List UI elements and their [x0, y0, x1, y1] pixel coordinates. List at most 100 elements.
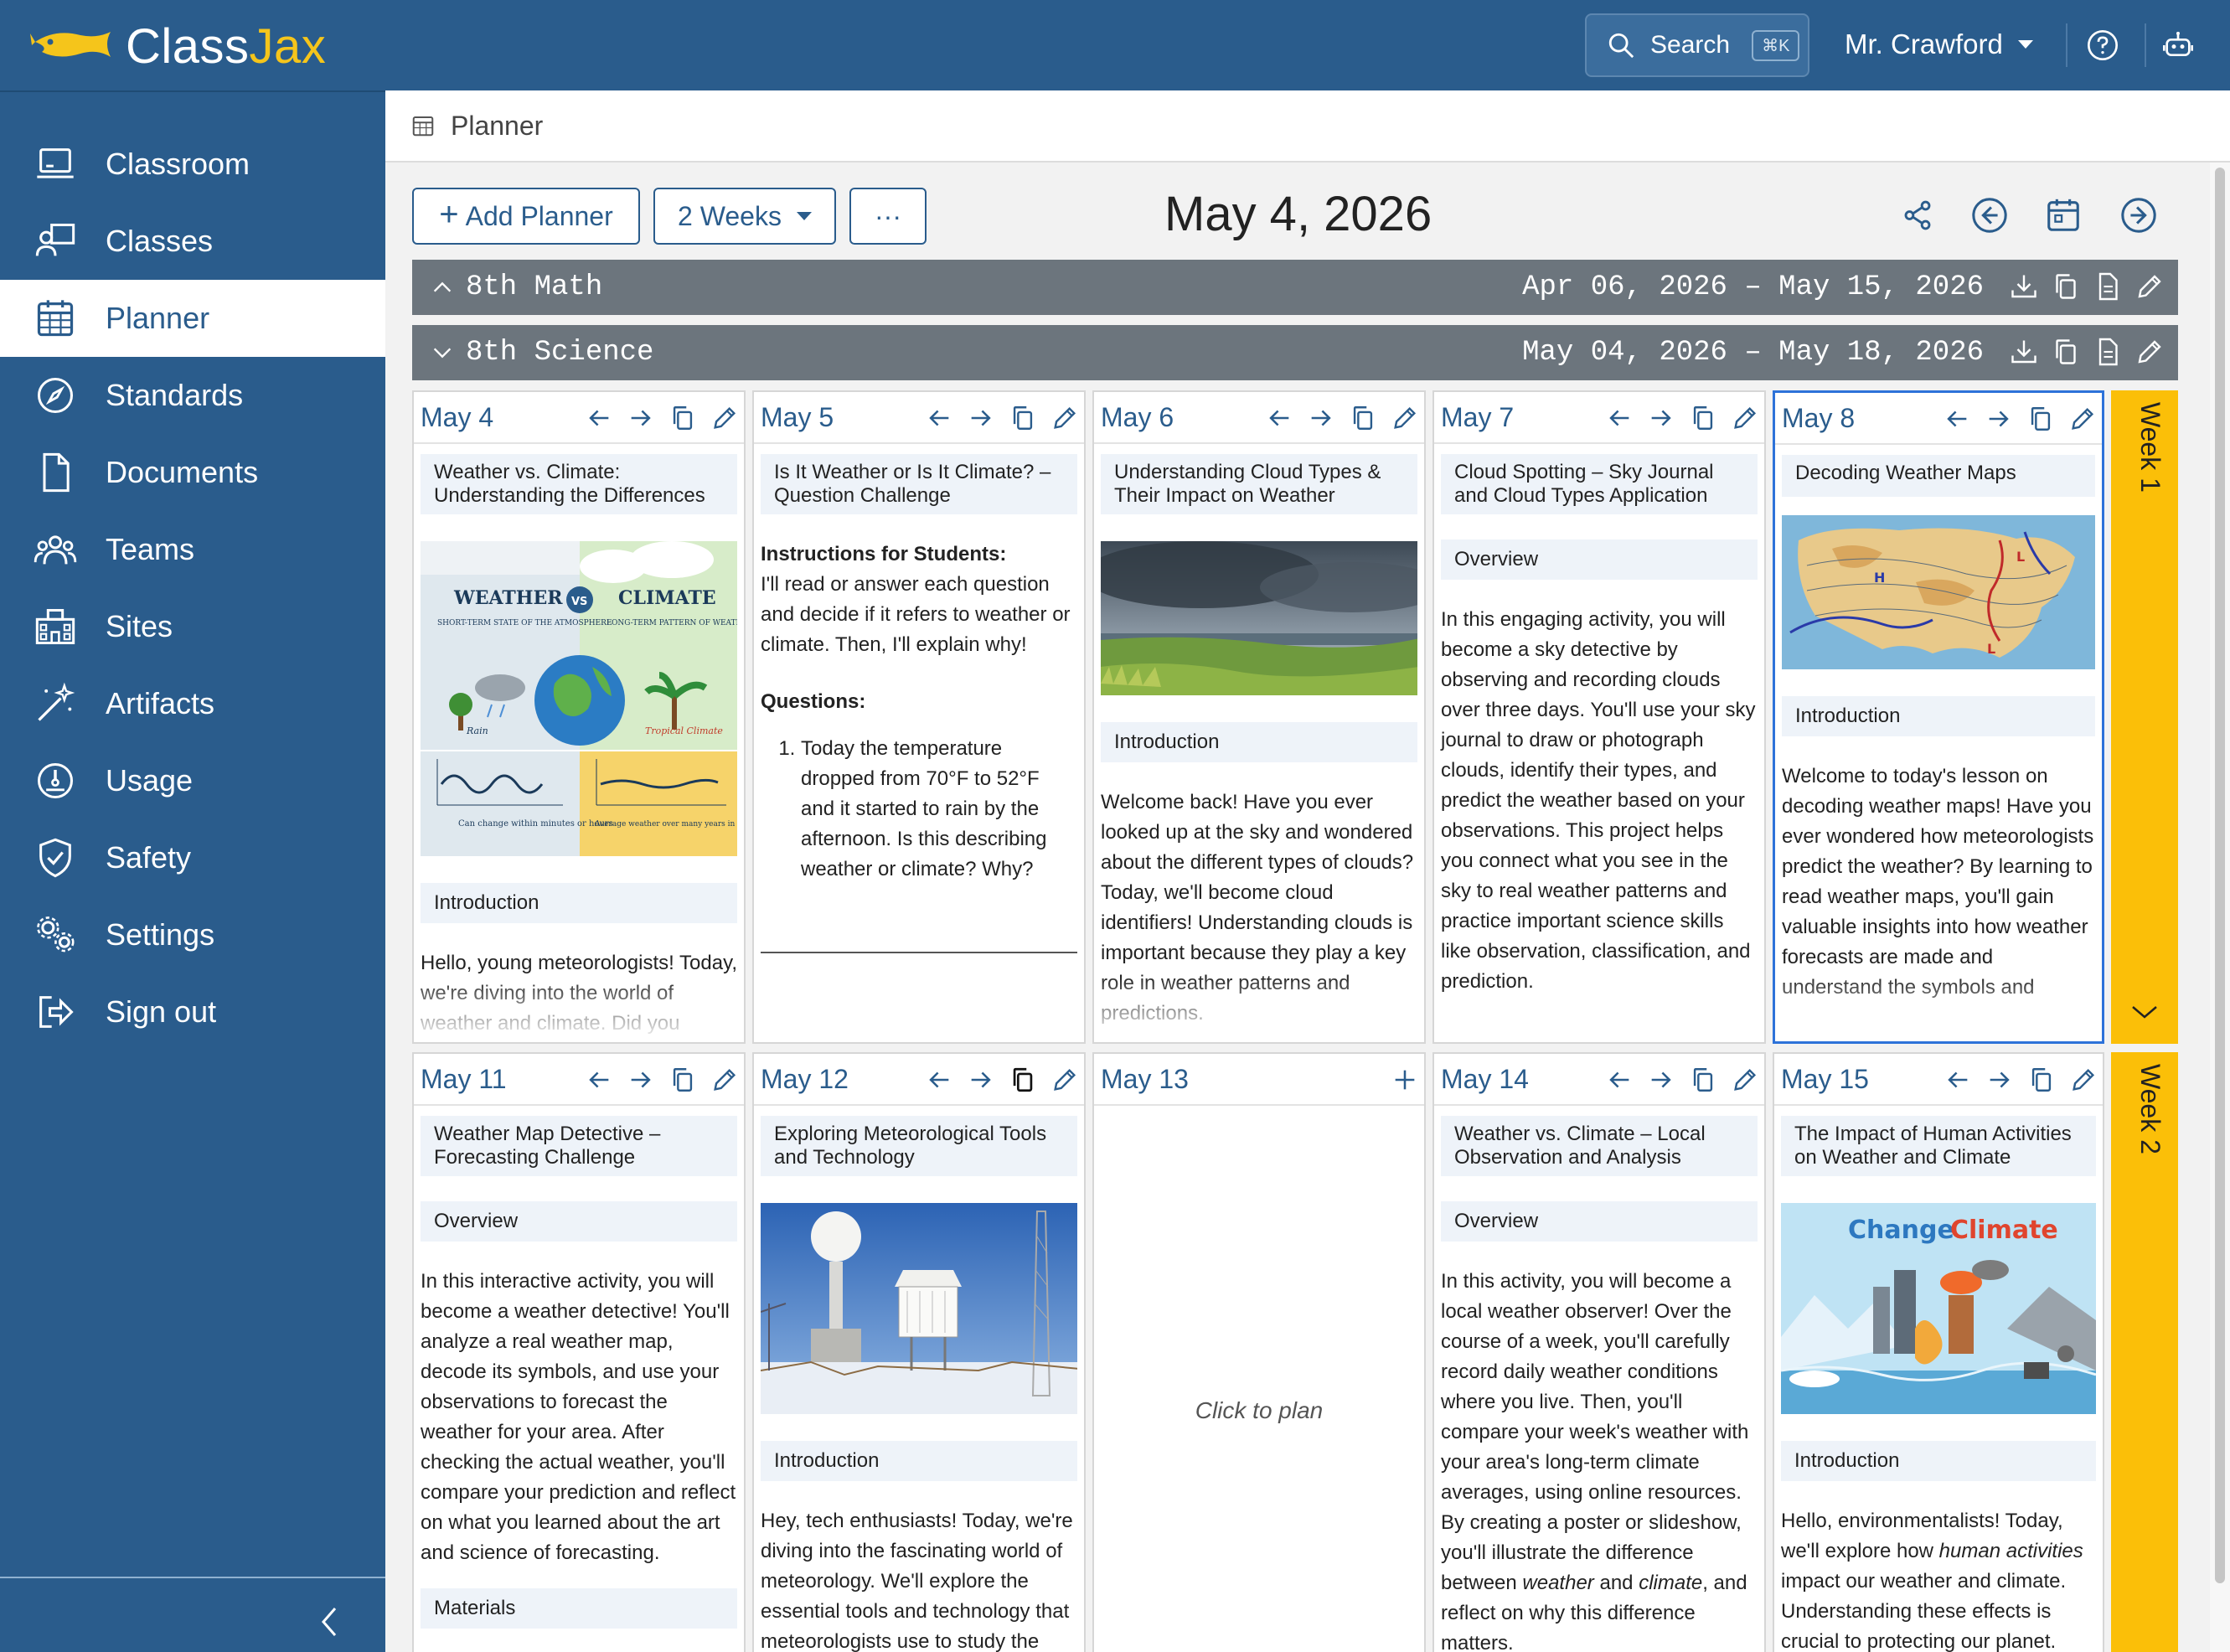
arrow-right-icon[interactable] — [627, 404, 655, 432]
chevron-down-icon[interactable] — [431, 341, 454, 364]
scrollbar-thumb[interactable] — [2215, 168, 2225, 1583]
edit-icon[interactable] — [1731, 404, 1759, 432]
arrow-left-icon[interactable] — [1265, 404, 1293, 432]
arrow-right-icon[interactable] — [967, 1066, 995, 1094]
edit-icon[interactable] — [1731, 1066, 1759, 1094]
copy-icon[interactable] — [668, 1066, 697, 1094]
lesson-title[interactable]: Decoding Weather Maps — [1782, 455, 2095, 497]
chevron-down-icon[interactable] — [2129, 1002, 2160, 1022]
day-card-may-15[interactable]: May 15 The Impact of Human Activities on… — [1773, 1052, 2104, 1652]
day-card-may-4[interactable]: May 4 Weather vs. Climate: Understanding… — [412, 390, 746, 1044]
arrow-left-icon[interactable] — [1605, 404, 1634, 432]
day-card-may-12[interactable]: May 12 Exploring Meteorological Tools an… — [752, 1052, 1086, 1652]
download-icon[interactable] — [2009, 271, 2039, 302]
sidebar-item-sign-out[interactable]: Sign out — [0, 973, 385, 1051]
lesson-title[interactable]: Weather Map Detective – Forecasting Chal… — [421, 1116, 737, 1176]
copy-icon[interactable] — [1689, 1066, 1717, 1094]
next-period-icon[interactable] — [2119, 196, 2158, 235]
sidebar-item-settings[interactable]: Settings — [0, 896, 385, 973]
copy-icon[interactable] — [2027, 1066, 2056, 1094]
sidebar-item-planner[interactable]: Planner — [0, 280, 385, 357]
lesson-title[interactable]: Weather vs. Climate: Understanding the D… — [421, 454, 737, 514]
user-menu[interactable]: Mr. Crawford — [1845, 28, 2033, 60]
download-icon[interactable] — [2009, 337, 2039, 367]
sidebar-item-classroom[interactable]: Classroom — [0, 126, 385, 203]
copy-icon[interactable] — [668, 404, 697, 432]
plus-icon[interactable] — [1391, 1066, 1419, 1094]
subject-row-8th-math[interactable]: 8th Math Apr 06, 2026 – May 15, 2026 — [412, 260, 2178, 315]
add-planner-button[interactable]: + Add Planner — [412, 188, 640, 245]
copy-icon[interactable] — [1009, 404, 1037, 432]
sidebar-item-sites[interactable]: Sites — [0, 588, 385, 665]
copy-icon[interactable] — [1689, 404, 1717, 432]
day-card-may-11[interactable]: May 11 Weather Map Detective – Forecasti… — [412, 1052, 746, 1652]
day-card-may-14[interactable]: May 14 Weather vs. Climate – Local Obser… — [1432, 1052, 1766, 1652]
chevron-up-icon[interactable] — [431, 276, 454, 299]
range-select[interactable]: 2 Weeks — [653, 188, 836, 245]
copy-icon[interactable] — [1009, 1066, 1037, 1094]
lesson-title[interactable]: Weather vs. Climate – Local Observation … — [1441, 1116, 1758, 1176]
arrow-left-icon[interactable] — [1605, 1066, 1634, 1094]
edit-icon[interactable] — [710, 1066, 739, 1094]
subject-row-8th-science[interactable]: 8th Science May 04, 2026 – May 18, 2026 — [412, 325, 2178, 380]
copy-icon[interactable] — [2026, 405, 2055, 433]
lesson-title[interactable]: Exploring Meteorological Tools and Techn… — [761, 1116, 1077, 1176]
week-1-bar[interactable]: Week 1 — [2111, 390, 2178, 1044]
calendar-picker-icon[interactable] — [2044, 196, 2083, 235]
collapse-sidebar-icon[interactable] — [317, 1603, 342, 1640]
app-logo[interactable]: ClassJax — [30, 18, 326, 75]
click-to-plan[interactable]: Click to plan — [1094, 1397, 1424, 1424]
edit-icon[interactable] — [710, 404, 739, 432]
arrow-right-icon[interactable] — [1647, 404, 1675, 432]
edit-icon[interactable] — [2068, 405, 2097, 433]
sidebar-item-artifacts[interactable]: Artifacts — [0, 665, 385, 742]
day-card-may-8[interactable]: May 8 Decoding Weather Maps H L L Introd… — [1773, 390, 2104, 1044]
arrow-right-icon[interactable] — [1647, 1066, 1675, 1094]
day-card-may-5[interactable]: May 5 Is It Weather or Is It Climate? – … — [752, 390, 1086, 1044]
day-card-may-13[interactable]: May 13 Click to plan — [1092, 1052, 1426, 1652]
edit-icon[interactable] — [1050, 404, 1079, 432]
export-document-icon[interactable] — [2093, 271, 2123, 302]
edit-icon[interactable] — [2069, 1066, 2098, 1094]
sidebar-item-label: Sites — [106, 609, 173, 643]
copy-icon[interactable] — [2051, 271, 2081, 302]
previous-period-icon[interactable] — [1970, 196, 2009, 235]
sidebar-item-documents[interactable]: Documents — [0, 434, 385, 511]
edit-icon[interactable] — [1391, 404, 1419, 432]
copy-icon[interactable] — [2051, 337, 2081, 367]
lesson-title[interactable]: Understanding Cloud Types & Their Impact… — [1101, 454, 1417, 514]
arrow-left-icon[interactable] — [925, 404, 953, 432]
more-options-button[interactable]: ··· — [849, 188, 927, 245]
share-icon[interactable] — [1898, 196, 1937, 235]
help-icon[interactable] — [2086, 28, 2119, 62]
day-card-may-6[interactable]: May 6 Understanding Cloud Types & Their … — [1092, 390, 1426, 1044]
arrow-left-icon[interactable] — [585, 404, 613, 432]
robot-icon[interactable] — [2161, 28, 2195, 62]
copy-icon[interactable] — [1349, 404, 1377, 432]
sidebar-item-usage[interactable]: Usage — [0, 742, 385, 819]
sidebar-item-classes[interactable]: Classes — [0, 203, 385, 280]
edit-icon[interactable] — [1050, 1066, 1079, 1094]
lesson-title[interactable]: Cloud Spotting – Sky Journal and Cloud T… — [1441, 454, 1758, 514]
edit-icon[interactable] — [2135, 337, 2165, 367]
sidebar-item-teams[interactable]: Teams — [0, 511, 385, 588]
edit-icon[interactable] — [2135, 271, 2165, 302]
export-document-icon[interactable] — [2093, 337, 2123, 367]
week-2-bar[interactable]: Week 2 — [2111, 1052, 2178, 1652]
page-scrollbar[interactable] — [2210, 163, 2230, 1652]
arrow-left-icon[interactable] — [585, 1066, 613, 1094]
sidebar-item-standards[interactable]: Standards — [0, 357, 385, 434]
search-button[interactable]: Search ⌘K — [1585, 13, 1809, 77]
arrow-right-icon[interactable] — [1985, 1066, 2014, 1094]
lesson-title[interactable]: The Impact of Human Activities on Weathe… — [1781, 1116, 2096, 1176]
arrow-right-icon[interactable] — [967, 404, 995, 432]
arrow-right-icon[interactable] — [1985, 405, 2013, 433]
sidebar-item-safety[interactable]: Safety — [0, 819, 385, 896]
arrow-right-icon[interactable] — [627, 1066, 655, 1094]
arrow-left-icon[interactable] — [1943, 405, 1971, 433]
day-card-may-7[interactable]: May 7 Cloud Spotting – Sky Journal and C… — [1432, 390, 1766, 1044]
arrow-left-icon[interactable] — [925, 1066, 953, 1094]
arrow-right-icon[interactable] — [1307, 404, 1335, 432]
lesson-title[interactable]: Is It Weather or Is It Climate? – Questi… — [761, 454, 1077, 514]
arrow-left-icon[interactable] — [1944, 1066, 1972, 1094]
